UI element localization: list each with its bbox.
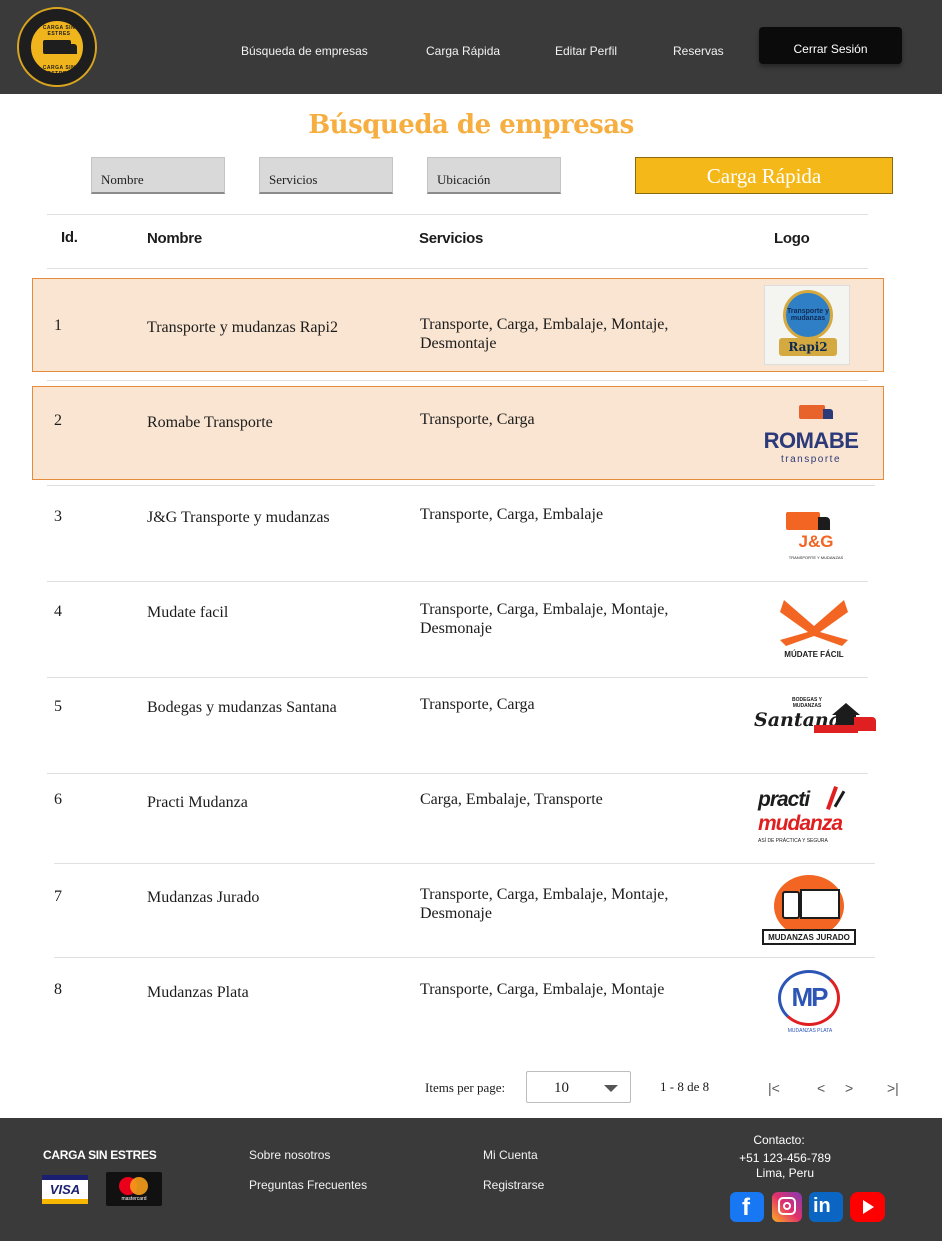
next-page-button[interactable]: > [845,1080,853,1096]
nav-editar-perfil[interactable]: Editar Perfil [555,44,617,58]
logo-truck-icon: CARGA SIN ESTRES CARGA SIN ESTRES [29,19,85,77]
row-nombre: Practi Mudanza [147,794,248,811]
footer-brand: CARGA SIN ESTRES [43,1148,157,1162]
company-logo-rapi2: Transporte y mudanzas Rapi2 [764,285,850,365]
company-logo-mudanzas-plata: MP MUDANZAS PLATA [772,970,848,1038]
filter-servicios-input[interactable]: Servicios [259,157,393,194]
row-id: 6 [54,791,62,808]
row-servicios: Carga, Embalaje, Transporte [420,791,603,808]
row-id: 4 [54,603,62,620]
logo-text-bottom: CARGA SIN ESTRES [42,65,76,77]
row-id: 8 [54,981,62,998]
contact-phone: +51 123-456-789 [739,1151,831,1165]
last-page-button[interactable]: >| [887,1080,899,1096]
column-header-logo: Logo [774,230,810,247]
nav-reservas[interactable]: Reservas [673,44,724,58]
row-id: 1 [54,317,62,334]
footer-link-preguntas-frecuentes[interactable]: Preguntas Frecuentes [249,1178,367,1192]
column-header-nombre: Nombre [147,230,202,247]
row-servicios: Transporte, Carga [420,411,535,428]
row-servicios: Transporte, Carga [420,696,535,713]
visa-icon: VISA [42,1175,88,1204]
footer: CARGA SIN ESTRES VISA mastercard Sobre n… [0,1118,942,1241]
table-top-divider [47,214,868,215]
top-navbar: CARGA SIN ESTRES CARGA SIN ESTRES Búsque… [0,0,942,94]
brand-logo[interactable]: CARGA SIN ESTRES CARGA SIN ESTRES [17,7,97,87]
column-header-id: Id. [61,229,78,246]
row-servicios: Transporte, Carga, Embalaje, Montaje, De… [420,316,669,352]
table-row[interactable] [32,386,884,480]
page-title: Búsqueda de empresas [308,110,634,140]
company-logo-jg: J&G TRANSPORTE Y MUDANZAS [780,510,852,564]
row-servicios: Transporte, Carga, Embalaje, Montaje [420,981,665,998]
row-id: 2 [54,412,62,429]
row-nombre: J&G Transporte y mudanzas [147,509,330,526]
logo-text-top: CARGA SIN ESTRES [42,25,76,37]
row-nombre: Romabe Transporte [147,414,273,431]
items-per-page-label: Items per page: [425,1080,506,1095]
contact-city: Lima, Peru [755,1166,815,1180]
row-nombre: Bodegas y mudanzas Santana [147,699,337,716]
chevron-down-icon [604,1085,618,1092]
row-nombre: Mudanzas Jurado [147,889,260,906]
items-per-page-value: 10 [554,1080,569,1096]
prev-page-button[interactable]: < [817,1080,825,1096]
pagination-range: 1 - 8 de 8 [660,1079,710,1094]
items-per-page-select[interactable]: 10 [526,1071,631,1103]
filter-nombre-input[interactable]: Nombre [91,157,225,194]
company-logo-mudanzas-jurado: MUDANZAS JURADO [760,875,858,947]
facebook-icon[interactable]: f [730,1192,764,1222]
instagram-icon[interactable] [772,1192,802,1222]
company-logo-santana: BODEGAS Y MUDANZAS Santana [754,697,878,743]
company-logo-practi-mudanza: practi mudanza ASÍ DE PRÁCTICA Y SEGURA [756,784,854,848]
row-servicios: Transporte, Carga, Embalaje, Montaje, De… [420,601,669,637]
company-logo-mudate-facil: MÚDATE FÁCIL [776,596,852,660]
logout-button[interactable]: Cerrar Sesión [759,27,902,64]
row-id: 5 [54,698,62,715]
footer-link-sobre-nosotros[interactable]: Sobre nosotros [249,1148,330,1162]
row-id: 3 [54,508,62,525]
nav-busqueda-empresas[interactable]: Búsqueda de empresas [241,44,368,58]
youtube-icon[interactable] [850,1192,885,1222]
row-nombre: Mudanzas Plata [147,984,249,1001]
filter-ubicacion-input[interactable]: Ubicación [427,157,561,194]
mastercard-icon: mastercard [106,1172,162,1206]
footer-link-registrarse[interactable]: Registrarse [483,1178,544,1192]
row-servicios: Transporte, Carga, Embalaje [420,506,604,523]
carga-rapida-button[interactable]: Carga Rápida [635,157,893,194]
column-header-servicios: Servicios [419,230,484,247]
table-header-divider [47,268,868,269]
contact-label: Contacto: [753,1133,805,1147]
row-servicios: Transporte, Carga, Embalaje, Montaje, De… [420,886,669,922]
nav-carga-rapida[interactable]: Carga Rápida [426,44,500,58]
linkedin-icon[interactable]: in [809,1192,843,1222]
footer-link-mi-cuenta[interactable]: Mi Cuenta [483,1148,538,1162]
row-id: 7 [54,888,62,905]
company-logo-romabe: ROMABE transporte [763,403,859,467]
first-page-button[interactable]: |< [768,1080,780,1096]
row-nombre: Transporte y mudanzas Rapi2 [147,319,338,336]
row-nombre: Mudate facil [147,604,229,621]
